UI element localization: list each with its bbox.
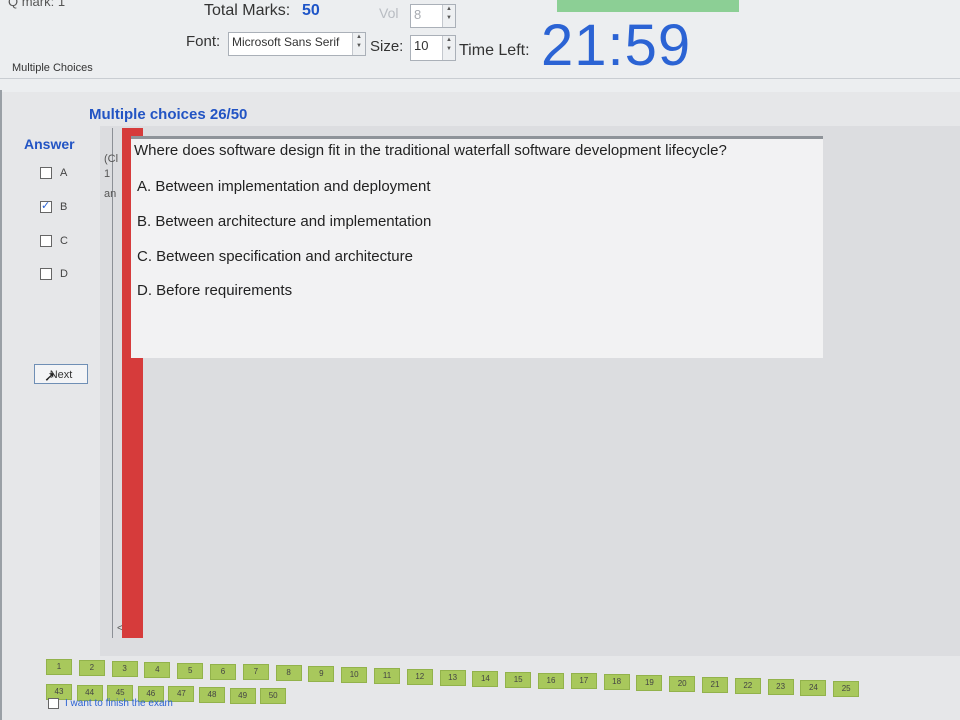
time-left-label: Time Left: [459,42,530,59]
side-fragment: an [104,188,117,200]
tab-divider [0,78,960,79]
vol-spinner[interactable]: 8 ▲ ▼ [410,4,456,28]
question-number-button[interactable]: 12 [406,668,433,685]
answer-heading: Answer [24,136,75,152]
total-marks-label: Total Marks: [204,2,291,19]
question-number-button[interactable]: 2 [78,659,105,676]
vol-label: Vol [379,5,399,21]
panel-border [112,128,113,638]
question-number-button[interactable]: 25 [833,680,860,697]
total-marks-value: 50 [302,2,320,19]
checkbox-d[interactable] [40,268,52,280]
mouse-cursor-icon: ➚ [44,368,56,384]
checkbox-b[interactable] [40,199,52,213]
vol-value: 8 [414,7,422,22]
spinner-arrows-icon[interactable]: ▲ ▼ [442,36,455,60]
question-number-button[interactable]: 19 [636,675,663,692]
option-a[interactable]: A [40,167,67,179]
question-box [131,136,823,358]
question-number-button[interactable]: 5 [177,662,204,679]
question-number-button[interactable]: 50 [260,688,287,705]
question-number-button[interactable]: 10 [341,667,368,684]
time-left-value: 21:59 [541,13,692,78]
status-bar [557,0,739,12]
qmark-label: Q mark [8,0,51,9]
font-label: Font: [186,33,221,50]
checkbox-a[interactable] [40,167,52,179]
side-fragment: (Cl [104,153,119,165]
size-spinner[interactable]: 10 ▲ ▼ [410,35,456,61]
option-c-label: C [60,235,68,247]
question-number-button[interactable]: 11 [374,668,400,684]
font-select[interactable]: Microsoft Sans Serif ▲ ▼ [228,32,366,56]
question-number-button[interactable]: 17 [570,673,597,690]
question-number-button[interactable]: 49 [229,687,256,704]
question-number-button[interactable]: 23 [767,678,794,695]
qmark: Q mark: 1 [8,0,65,9]
question-number-button[interactable]: 16 [538,672,564,689]
answer-choice-c: C. Between specification and architectur… [137,248,413,265]
answer-choice-a: A. Between implementation and deployment [137,178,431,195]
finish-label: I want to finish the exam [65,698,173,709]
option-d-label: D [60,268,68,280]
question-number-button[interactable]: 8 [275,665,302,682]
option-a-label: A [60,167,68,179]
question-number-button[interactable]: 21 [702,677,728,693]
question-text: Where does software design fit in the tr… [134,142,727,159]
next-button[interactable]: Next [34,364,88,384]
question-number-button[interactable]: 20 [669,676,696,693]
question-number-button[interactable]: 4 [144,661,171,678]
section-title: Multiple choices 26/50 [89,106,248,123]
finish-checkbox[interactable] [48,698,59,709]
spinner-arrows-icon[interactable]: ▲ ▼ [442,5,455,27]
answer-choice-d: D. Before requirements [137,282,293,299]
question-number-button[interactable]: 14 [472,670,499,687]
option-c[interactable]: C [40,235,68,247]
question-number-button[interactable]: 6 [210,663,236,680]
qmark-value: 1 [57,0,66,9]
side-fragment: 1 [104,168,111,180]
question-number-button[interactable]: 22 [734,677,761,694]
option-b[interactable]: B [40,199,68,213]
answer-choice-b: B. Between architecture and implementati… [137,213,432,230]
option-b-label: B [60,201,68,213]
checkbox-c[interactable] [40,235,52,247]
question-number-button[interactable]: 3 [111,660,138,677]
font-value: Microsoft Sans Serif [232,35,340,49]
question-number-button[interactable]: 7 [242,664,269,681]
window-edge [0,90,2,720]
question-number-button[interactable]: 15 [505,671,532,688]
question-number-button[interactable]: 9 [308,666,335,683]
question-number-button[interactable]: 48 [199,687,225,703]
tab-multiple-choices[interactable]: Multiple Choices [12,62,93,74]
option-d[interactable]: D [40,268,68,280]
spinner-arrows-icon[interactable]: ▲ ▼ [352,33,365,55]
question-number-button[interactable]: 18 [603,674,630,691]
size-label: Size: [370,38,404,55]
question-number-button[interactable]: 1 [46,659,72,675]
question-navigator: 1 2 3 4 5 6 7 8 9 10 11 12 13 14 15 16 17 18 19 20 21 22 23 24 2… [44,655,960,720]
size-value: 10 [414,38,429,53]
question-number-button[interactable]: 13 [439,669,466,686]
question-number-button[interactable]: 24 [800,679,827,696]
finish-exam[interactable]: I want to finish the exam [48,698,173,709]
